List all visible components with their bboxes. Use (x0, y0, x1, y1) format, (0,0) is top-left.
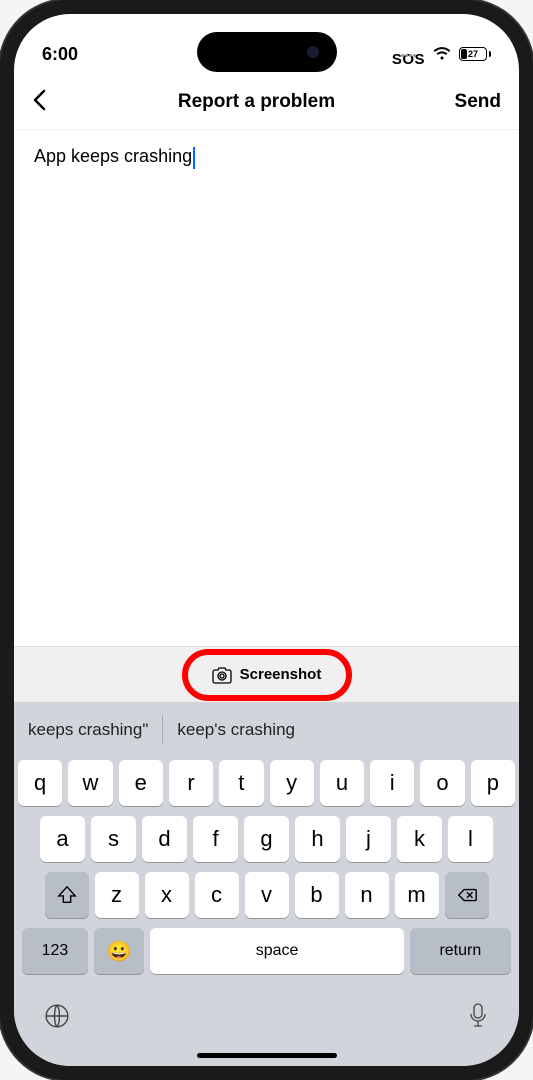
screen: 6:00 SOS 27 (14, 14, 519, 1066)
chevron-left-icon (32, 89, 46, 111)
key-g[interactable]: g (244, 816, 289, 862)
key-j[interactable]: j (346, 816, 391, 862)
annotation-highlight (182, 649, 352, 701)
home-indicator[interactable] (197, 1053, 337, 1058)
report-text-area[interactable]: App keeps crashing (14, 130, 519, 646)
emoji-key[interactable]: 😀 (94, 928, 145, 974)
space-key[interactable]: space (150, 928, 403, 974)
key-c[interactable]: c (195, 872, 239, 918)
dynamic-island (197, 32, 337, 72)
keyboard: keeps crashing" keep's crashing q w e r … (14, 702, 519, 1066)
numbers-key[interactable]: 123 (22, 928, 88, 974)
key-n[interactable]: n (345, 872, 389, 918)
cellular-dots-icon (401, 54, 416, 57)
key-a[interactable]: a (40, 816, 85, 862)
key-z[interactable]: z (95, 872, 139, 918)
key-b[interactable]: b (295, 872, 339, 918)
key-row-1: q w e r t y u i o p (18, 760, 515, 806)
microphone-icon (467, 1002, 489, 1030)
send-button[interactable]: Send (451, 91, 501, 113)
globe-key[interactable] (44, 1003, 70, 1034)
volume-down-button (0, 280, 2, 340)
keyboard-footer (14, 990, 519, 1053)
status-time: 6:00 (42, 44, 78, 65)
key-l[interactable]: l (448, 816, 493, 862)
nav-bar: Report a problem Send (14, 74, 519, 130)
suggestion-bar: keeps crashing" keep's crashing (14, 706, 519, 754)
silent-switch (0, 360, 2, 405)
shift-key[interactable] (45, 872, 89, 918)
wifi-icon (433, 47, 451, 61)
suggestion-2[interactable]: keep's crashing (162, 715, 309, 745)
globe-icon (44, 1003, 70, 1029)
key-r[interactable]: r (169, 760, 213, 806)
key-m[interactable]: m (395, 872, 439, 918)
key-row-2: a s d f g h j k l (18, 816, 515, 862)
key-u[interactable]: u (320, 760, 364, 806)
key-h[interactable]: h (295, 816, 340, 862)
volume-up-button (0, 200, 2, 260)
backspace-key[interactable] (445, 872, 489, 918)
key-p[interactable]: p (471, 760, 515, 806)
return-key[interactable]: return (410, 928, 511, 974)
key-d[interactable]: d (142, 816, 187, 862)
key-row-3: z x c v b n m (18, 872, 515, 918)
key-i[interactable]: i (370, 760, 414, 806)
shift-icon (56, 884, 78, 906)
key-f[interactable]: f (193, 816, 238, 862)
text-cursor (193, 147, 195, 169)
back-button[interactable] (32, 86, 62, 118)
key-q[interactable]: q (18, 760, 62, 806)
key-k[interactable]: k (397, 816, 442, 862)
key-w[interactable]: w (68, 760, 112, 806)
phone-frame: 6:00 SOS 27 (0, 0, 533, 1080)
key-t[interactable]: t (219, 760, 263, 806)
key-o[interactable]: o (420, 760, 464, 806)
key-y[interactable]: y (270, 760, 314, 806)
suggestion-1[interactable]: keeps crashing" (14, 715, 162, 745)
dictation-key[interactable] (467, 1002, 489, 1035)
backspace-icon (456, 884, 478, 906)
attachment-toolbar: Screenshot (14, 646, 519, 702)
key-s[interactable]: s (91, 816, 136, 862)
page-title: Report a problem (178, 91, 335, 113)
key-e[interactable]: e (119, 760, 163, 806)
emoji-icon: 😀 (107, 939, 132, 964)
key-row-4: 123 😀 space return (18, 928, 515, 984)
key-x[interactable]: x (145, 872, 189, 918)
report-text: App keeps crashing (34, 146, 192, 166)
key-v[interactable]: v (245, 872, 289, 918)
battery-icon: 27 (459, 47, 491, 61)
